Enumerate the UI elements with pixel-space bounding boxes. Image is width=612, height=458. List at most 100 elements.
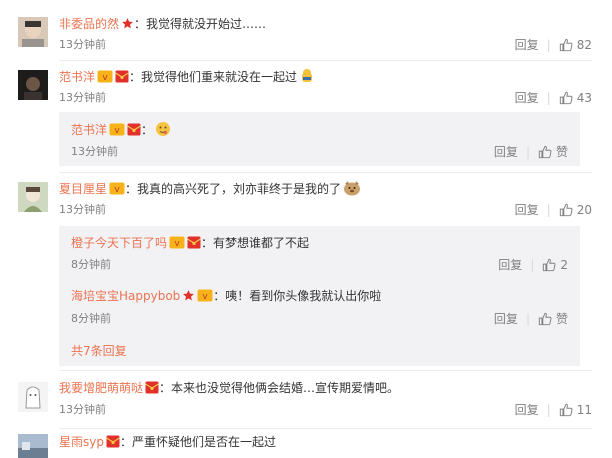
vip-badge-icon: v	[169, 236, 185, 253]
reply-actions: 回复 | 赞	[494, 145, 568, 159]
reply-button[interactable]: 回复	[498, 258, 522, 272]
action-separator: |	[525, 145, 530, 159]
timestamp: 13分钟前	[59, 91, 106, 104]
action-separator: |	[546, 91, 551, 105]
username-link[interactable]: 星雨syp	[59, 435, 104, 449]
reply-button[interactable]: 回复	[515, 38, 539, 52]
timestamp: 13分钟前	[59, 403, 106, 416]
like-button[interactable]: 11	[559, 403, 592, 417]
reply-text-line: 海培宝宝Happybob v ：咦！看到你头像我就认出你啦	[71, 288, 381, 306]
comment-item: 夏目厘星 v ：我真的高兴死了，刘亦菲终于是我的了 13分钟前 回复 | 20 橙子…	[0, 174, 612, 370]
timestamp: 13分钟前	[71, 145, 118, 158]
reply-text-line: 橙子今天下百了吗 v ：有梦想谁都了不起	[71, 235, 309, 253]
reply-button[interactable]: 回复	[515, 203, 539, 217]
reply-button[interactable]: 回复	[515, 403, 539, 417]
like-button[interactable]: 赞	[538, 312, 568, 326]
reply-button[interactable]: 回复	[494, 312, 518, 326]
username-link[interactable]: 范书洋	[59, 70, 95, 84]
username-link[interactable]: 范书洋	[71, 123, 107, 137]
red-star-icon	[121, 17, 134, 34]
like-label: 赞	[555, 145, 568, 159]
reply-content: ：有梦想谁都了不起	[201, 236, 310, 250]
comment-text-line: 非委品的然 ：我觉得就没开始过……	[59, 16, 266, 34]
avatar[interactable]	[18, 70, 48, 100]
red-envelope-icon	[145, 381, 159, 398]
sub-reply-item: 橙子今天下百了吗 v ：有梦想谁都了不起 8分钟前 回复 | 2	[59, 226, 580, 280]
like-button[interactable]: 赞	[538, 145, 568, 159]
like-count: 20	[576, 203, 592, 217]
action-separator: |	[530, 258, 535, 272]
avatar[interactable]	[18, 434, 48, 458]
username-link[interactable]: 海培宝宝Happybob	[71, 289, 180, 303]
red-envelope-icon	[187, 236, 201, 253]
timestamp: 13分钟前	[59, 203, 106, 216]
like-count: 11	[576, 403, 592, 417]
like-button[interactable]: 2	[542, 258, 568, 272]
red-envelope-icon	[127, 123, 141, 140]
comment-content: ：我真的高兴死了，刘亦菲终于是我的了	[125, 182, 342, 196]
comment-content: ：严重怀疑他们是否在一起过	[119, 435, 276, 449]
svg-text:v: v	[102, 73, 108, 83]
like-button[interactable]: 20	[559, 203, 592, 217]
emoji-icon	[299, 68, 315, 88]
comment-actions: 回复 | 82	[515, 38, 592, 52]
reply-content: ：咦！看到你头像我就认出你啦	[213, 289, 382, 303]
svg-text:v: v	[114, 185, 120, 195]
comment-content: ：我觉得就没开始过……	[134, 17, 267, 31]
divider	[59, 370, 592, 371]
red-envelope-icon	[115, 70, 129, 87]
vip-badge-icon: v	[97, 70, 113, 87]
sub-reply-item: 海培宝宝Happybob v ：咦！看到你头像我就认出你啦 8分钟前 回复 | 赞	[59, 280, 580, 334]
divider	[59, 428, 592, 429]
like-button[interactable]: 43	[559, 91, 592, 105]
red-envelope-icon	[106, 435, 120, 452]
vip-badge-icon: v	[109, 182, 125, 199]
comment-item: 范书洋 v ：我觉得他们重来就没在一起过 13分钟前 回复 | 43 范书洋 v ： 1…	[0, 62, 612, 172]
thumb-up-icon	[543, 258, 556, 272]
timestamp: 13分钟前	[59, 38, 106, 51]
reply-actions: 回复 | 赞	[494, 312, 568, 326]
divider	[59, 172, 592, 173]
emoji-icon	[343, 180, 361, 200]
action-separator: |	[546, 403, 551, 417]
sub-reply-item: 范书洋 v ： 13分钟前 回复 | 赞	[59, 112, 580, 166]
more-replies-link[interactable]: 共7条回复	[71, 344, 127, 358]
comment-text-line: 星雨syp ：严重怀疑他们是否在一起过	[59, 434, 276, 452]
vip-badge-icon: v	[109, 123, 125, 140]
avatar[interactable]	[18, 382, 48, 412]
reply-box: 橙子今天下百了吗 v ：有梦想谁都了不起 8分钟前 回复 | 2 海培宝宝Happy…	[59, 226, 580, 366]
comment-content: ：本来也没觉得他俩会结婚…宣传期爱情吧。	[159, 381, 400, 395]
reply-button[interactable]: 回复	[494, 145, 518, 159]
comment-actions: 回复 | 11	[515, 403, 592, 417]
like-button[interactable]: 82	[559, 38, 592, 52]
svg-text:v: v	[174, 239, 180, 249]
avatar[interactable]	[18, 182, 48, 212]
username-link[interactable]: 橙子今天下百了吗	[71, 236, 167, 250]
timestamp: 8分钟前	[71, 312, 111, 325]
svg-text:v: v	[203, 292, 209, 302]
reply-box: 范书洋 v ： 13分钟前 回复 | 赞	[59, 112, 580, 166]
like-count: 2	[560, 258, 568, 272]
username-link[interactable]: 我要增肥萌萌哒	[59, 381, 143, 395]
comment-item: 星雨syp ：严重怀疑他们是否在一起过	[0, 430, 612, 458]
action-separator: |	[525, 312, 530, 326]
like-count: 82	[576, 38, 592, 52]
timestamp: 8分钟前	[71, 258, 111, 271]
reply-actions: 回复 | 2	[498, 258, 568, 272]
username-link[interactable]: 非委品的然	[59, 17, 119, 31]
comment-item: 我要增肥萌萌哒 ：本来也没觉得他俩会结婚…宣传期爱情吧。 13分钟前 回复 | 1…	[0, 372, 612, 428]
thumb-up-icon	[538, 145, 552, 159]
like-count: 43	[576, 91, 592, 105]
red-star-icon	[182, 289, 195, 306]
svg-text:v: v	[114, 126, 120, 136]
comment-item: 非委品的然 ：我觉得就没开始过…… 13分钟前 回复 | 82	[0, 0, 612, 60]
emoji-icon	[155, 121, 171, 141]
comment-text-line: 我要增肥萌萌哒 ：本来也没觉得他俩会结婚…宣传期爱情吧。	[59, 380, 399, 398]
comment-text-line: 夏目厘星 v ：我真的高兴死了，刘亦菲终于是我的了	[59, 180, 361, 200]
action-separator: |	[546, 203, 551, 217]
avatar[interactable]	[18, 17, 48, 47]
reply-button[interactable]: 回复	[515, 91, 539, 105]
username-link[interactable]: 夏目厘星	[59, 182, 107, 196]
comment-text-line: 范书洋 v ：我觉得他们重来就没在一起过	[59, 68, 315, 88]
like-label: 赞	[555, 312, 568, 326]
